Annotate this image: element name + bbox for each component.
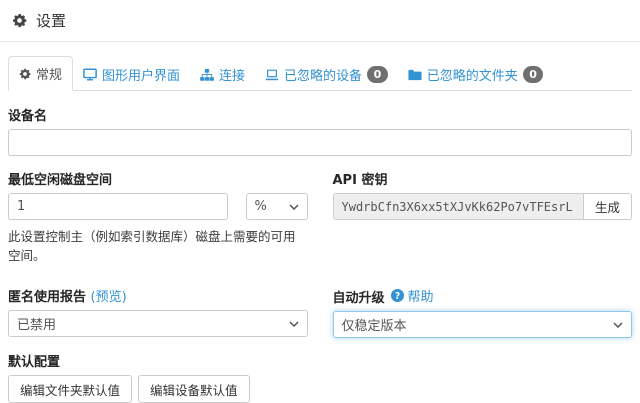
tab-connections[interactable]: 连接: [190, 58, 255, 91]
auto-upgrade-label-text: 自动升级: [333, 291, 385, 306]
chevron-down-icon: [613, 322, 623, 328]
tab-general[interactable]: 常规: [8, 56, 73, 91]
generate-api-key-button[interactable]: 生成: [583, 193, 632, 220]
tab-label: 连接: [219, 65, 245, 84]
auto-upgrade-select[interactable]: 仅稳定版本: [333, 311, 633, 338]
api-key-input: [333, 193, 584, 220]
tab-label: 常规: [36, 64, 62, 83]
dialog-body: 常规 图形用户界面 连接 已忽略的设备 0: [0, 42, 640, 403]
api-key-label: API 密钥: [333, 169, 633, 188]
usage-reporting-group: 匿名使用报告 (预览) 已禁用: [8, 286, 308, 337]
auto-upgrade-help-link[interactable]: 帮助: [408, 286, 434, 305]
selected-unit: %: [255, 199, 267, 214]
min-disk-free-help-text: 此设置控制主（例如索引数据库）磁盘上需要的可用空间。: [8, 226, 308, 264]
dialog-title: 设置: [36, 10, 66, 31]
question-circle-icon: ?: [391, 289, 404, 302]
usage-reporting-select[interactable]: 已禁用: [8, 310, 308, 337]
selected-auto-upgrade: 仅稳定版本: [342, 315, 407, 334]
dialog-header: 设置: [0, 0, 640, 42]
tab-label: 已忽略的文件夹: [427, 65, 518, 84]
ignored-folders-count-badge: 0: [523, 66, 544, 83]
min-disk-free-group: 最低空闲磁盘空间 % 此设置控制主（例如索引数据库）磁盘上需要的可用空间。: [8, 169, 308, 264]
usage-reporting-preview-link[interactable]: (预览): [91, 290, 127, 305]
auto-upgrade-label: 自动升级? 帮助: [333, 286, 633, 306]
selected-usage-reporting: 已禁用: [17, 314, 56, 333]
min-disk-free-unit-select[interactable]: %: [246, 193, 308, 220]
usage-reporting-label-text: 匿名使用报告: [8, 290, 86, 305]
api-key-group: API 密钥 生成: [333, 169, 633, 220]
device-name-input[interactable]: [8, 129, 632, 156]
settings-dialog: 设置 常规 图形用户界面 连接: [0, 0, 640, 403]
tab-label: 图形用户界面: [102, 65, 180, 84]
settings-tabs: 常规 图形用户界面 连接 已忽略的设备 0: [8, 56, 632, 91]
monitor-icon: [83, 68, 97, 81]
ignored-devices-count-badge: 0: [367, 66, 388, 83]
svg-text:?: ?: [394, 291, 399, 302]
min-disk-free-input[interactable]: [8, 193, 228, 220]
edit-folder-defaults-button[interactable]: 编辑文件夹默认值: [8, 375, 132, 403]
tab-ignored-folders[interactable]: 已忽略的文件夹 0: [398, 58, 554, 91]
edit-device-defaults-button[interactable]: 编辑设备默认值: [138, 375, 250, 403]
chevron-down-icon: [289, 204, 299, 210]
gear-icon: [12, 13, 27, 28]
sitemap-icon: [200, 69, 214, 81]
tab-gui[interactable]: 图形用户界面: [73, 58, 190, 91]
folder-icon: [408, 69, 422, 81]
min-disk-free-label: 最低空闲磁盘空间: [8, 169, 308, 188]
defaults-label: 默认配置: [8, 351, 632, 370]
usage-reporting-label: 匿名使用报告 (预览): [8, 286, 308, 305]
device-name-group: 设备名: [8, 105, 632, 156]
tab-label: 已忽略的设备: [284, 65, 362, 84]
auto-upgrade-group: 自动升级? 帮助 仅稳定版本: [333, 286, 633, 338]
defaults-group: 默认配置 编辑文件夹默认值 编辑设备默认值: [8, 351, 632, 403]
chevron-down-icon: [289, 321, 299, 327]
tab-ignored-devices[interactable]: 已忽略的设备 0: [255, 58, 398, 91]
gear-icon: [19, 68, 31, 80]
laptop-icon: [265, 69, 279, 81]
general-settings-form: 设备名 最低空闲磁盘空间 % 此设置控制主（例如索: [8, 105, 632, 403]
device-name-label: 设备名: [8, 105, 632, 124]
